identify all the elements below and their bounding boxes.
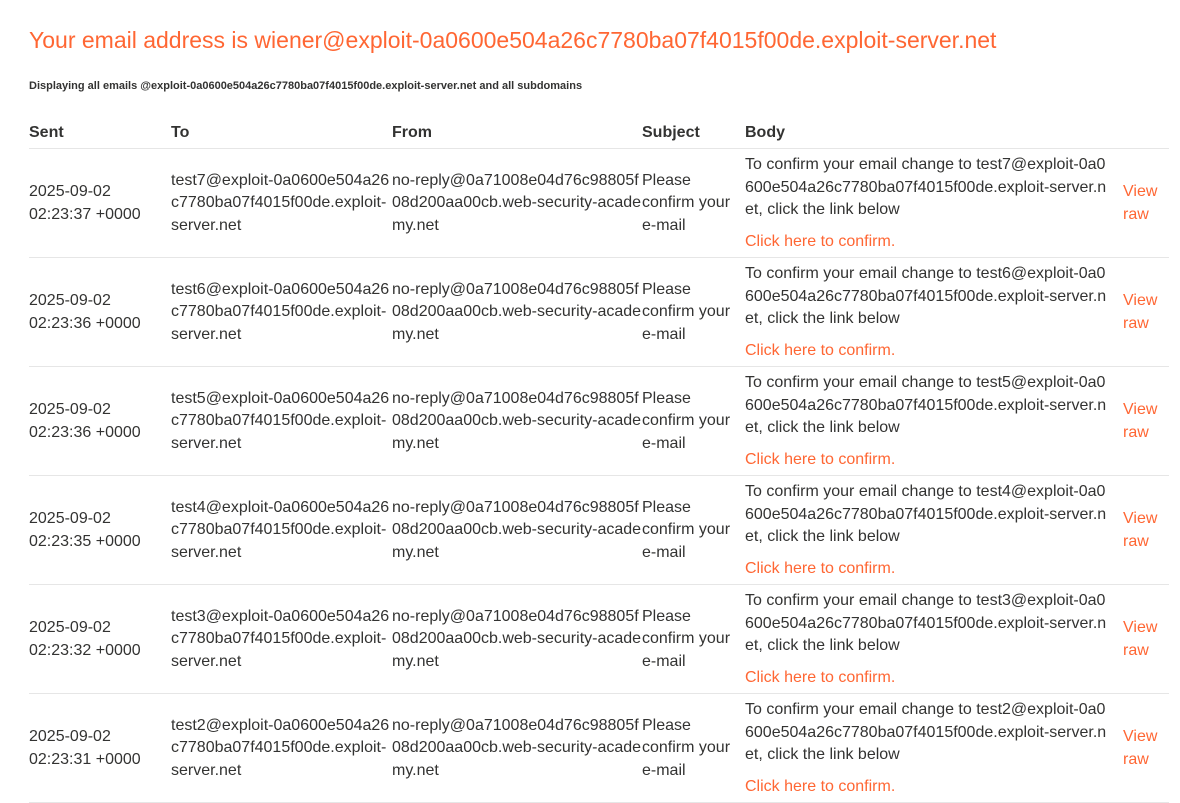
cell-actions: View raw bbox=[1123, 584, 1169, 694]
column-header-subject: Subject bbox=[642, 123, 745, 149]
cell-sent: 2025-09-02 02:23:32 +0000 bbox=[29, 584, 171, 694]
page: Your email address is wiener@exploit-0a0… bbox=[0, 0, 1180, 803]
view-raw-link[interactable]: View raw bbox=[1123, 728, 1157, 768]
cell-subject: Please confirm your e-mail bbox=[642, 148, 745, 258]
column-header-actions bbox=[1123, 123, 1169, 149]
cell-actions: View raw bbox=[1123, 475, 1169, 585]
cell-sent: 2025-09-02 02:23:35 +0000 bbox=[29, 475, 171, 585]
table-row: 2025-09-02 02:23:31 +0000 test2@exploit-… bbox=[29, 693, 1169, 803]
page-subtitle: Displaying all emails @exploit-0a0600e50… bbox=[29, 80, 583, 92]
view-raw-link[interactable]: View raw bbox=[1123, 510, 1157, 550]
cell-subject: Please confirm your e-mail bbox=[642, 693, 745, 803]
confirm-link[interactable]: Click here to confirm. bbox=[745, 231, 1123, 254]
cell-to: test2@exploit-0a0600e504a26c7780ba07f401… bbox=[171, 693, 392, 803]
cell-body: To confirm your email change to test5@ex… bbox=[745, 366, 1123, 476]
email-table: Sent To From Subject Body 2025-09-02 02:… bbox=[29, 123, 1169, 803]
cell-body: To confirm your email change to test7@ex… bbox=[745, 148, 1123, 258]
body-text: To confirm your email change to test3@ex… bbox=[745, 592, 1107, 654]
body-text: To confirm your email change to test2@ex… bbox=[745, 701, 1107, 763]
body-text: To confirm your email change to test5@ex… bbox=[745, 374, 1107, 436]
cell-to: test7@exploit-0a0600e504a26c7780ba07f401… bbox=[171, 148, 392, 258]
cell-sent: 2025-09-02 02:23:36 +0000 bbox=[29, 257, 171, 367]
cell-actions: View raw bbox=[1123, 693, 1169, 803]
cell-actions: View raw bbox=[1123, 366, 1169, 476]
cell-to: test4@exploit-0a0600e504a26c7780ba07f401… bbox=[171, 475, 392, 585]
page-title: Your email address is wiener@exploit-0a0… bbox=[29, 27, 997, 53]
confirm-link[interactable]: Click here to confirm. bbox=[745, 667, 1123, 690]
cell-subject: Please confirm your e-mail bbox=[642, 366, 745, 476]
cell-from: no-reply@0a71008e04d76c98805f08d200aa00c… bbox=[392, 257, 642, 367]
body-text: To confirm your email change to test4@ex… bbox=[745, 483, 1107, 545]
column-header-to: To bbox=[171, 123, 392, 149]
cell-body: To confirm your email change to test2@ex… bbox=[745, 693, 1123, 803]
cell-actions: View raw bbox=[1123, 148, 1169, 258]
cell-body: To confirm your email change to test6@ex… bbox=[745, 257, 1123, 367]
cell-from: no-reply@0a71008e04d76c98805f08d200aa00c… bbox=[392, 475, 642, 585]
confirm-link[interactable]: Click here to confirm. bbox=[745, 776, 1123, 799]
cell-sent: 2025-09-02 02:23:36 +0000 bbox=[29, 366, 171, 476]
table-row: 2025-09-02 02:23:32 +0000 test3@exploit-… bbox=[29, 584, 1169, 694]
cell-actions: View raw bbox=[1123, 257, 1169, 367]
column-header-from: From bbox=[392, 123, 642, 149]
cell-subject: Please confirm your e-mail bbox=[642, 584, 745, 694]
table-row: 2025-09-02 02:23:35 +0000 test4@exploit-… bbox=[29, 475, 1169, 585]
cell-to: test5@exploit-0a0600e504a26c7780ba07f401… bbox=[171, 366, 392, 476]
table-row: 2025-09-02 02:23:36 +0000 test6@exploit-… bbox=[29, 257, 1169, 367]
cell-to: test3@exploit-0a0600e504a26c7780ba07f401… bbox=[171, 584, 392, 694]
confirm-link[interactable]: Click here to confirm. bbox=[745, 340, 1123, 363]
confirm-link[interactable]: Click here to confirm. bbox=[745, 449, 1123, 472]
table-row: 2025-09-02 02:23:36 +0000 test5@exploit-… bbox=[29, 366, 1169, 476]
table-row: 2025-09-02 02:23:37 +0000 test7@exploit-… bbox=[29, 148, 1169, 258]
cell-sent: 2025-09-02 02:23:31 +0000 bbox=[29, 693, 171, 803]
column-header-body: Body bbox=[745, 123, 1123, 149]
column-header-sent: Sent bbox=[29, 123, 171, 149]
view-raw-link[interactable]: View raw bbox=[1123, 619, 1157, 659]
view-raw-link[interactable]: View raw bbox=[1123, 183, 1157, 223]
confirm-link[interactable]: Click here to confirm. bbox=[745, 558, 1123, 581]
body-text: To confirm your email change to test6@ex… bbox=[745, 265, 1107, 327]
cell-from: no-reply@0a71008e04d76c98805f08d200aa00c… bbox=[392, 366, 642, 476]
cell-body: To confirm your email change to test3@ex… bbox=[745, 584, 1123, 694]
cell-to: test6@exploit-0a0600e504a26c7780ba07f401… bbox=[171, 257, 392, 367]
table-header-row: Sent To From Subject Body bbox=[29, 123, 1169, 149]
cell-from: no-reply@0a71008e04d76c98805f08d200aa00c… bbox=[392, 693, 642, 803]
cell-subject: Please confirm your e-mail bbox=[642, 257, 745, 367]
cell-subject: Please confirm your e-mail bbox=[642, 475, 745, 585]
body-text: To confirm your email change to test7@ex… bbox=[745, 156, 1107, 218]
view-raw-link[interactable]: View raw bbox=[1123, 401, 1157, 441]
view-raw-link[interactable]: View raw bbox=[1123, 292, 1157, 332]
cell-from: no-reply@0a71008e04d76c98805f08d200aa00c… bbox=[392, 584, 642, 694]
cell-body: To confirm your email change to test4@ex… bbox=[745, 475, 1123, 585]
cell-sent: 2025-09-02 02:23:37 +0000 bbox=[29, 148, 171, 258]
cell-from: no-reply@0a71008e04d76c98805f08d200aa00c… bbox=[392, 148, 642, 258]
